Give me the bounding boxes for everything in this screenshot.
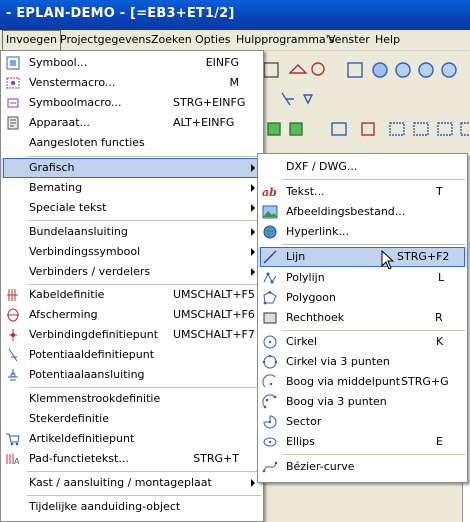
potential-point-icon <box>8 348 18 362</box>
submenu-arrow-icon <box>251 268 255 276</box>
menu-item-dxf-dwg[interactable]: DXF / DWG... <box>258 157 467 177</box>
submenu-arrow-icon <box>251 184 255 192</box>
menu-item-cirkel[interactable]: Cirkel K <box>258 332 467 352</box>
device-icon <box>7 116 19 130</box>
menu-opties[interactable]: Opties <box>195 33 231 46</box>
menu-item-stekerdefinitie[interactable]: Stekerdefinitie <box>1 409 263 429</box>
shield-icon <box>7 308 19 322</box>
menu-item-tijdelijke-aanduiding-object[interactable]: Tijdelijke aanduiding-object <box>1 497 263 517</box>
tb-icon <box>263 62 279 78</box>
line-icon <box>263 250 277 264</box>
bezier-icon <box>262 461 278 473</box>
menu-item-grafisch[interactable]: Grafisch <box>1 158 263 178</box>
menu-hulpprogrammas[interactable]: Hulpprogramma's <box>236 33 334 46</box>
menu-item-boog-via-3-punten[interactable]: Boog via 3 punten <box>258 392 467 412</box>
separator <box>27 471 261 472</box>
cart-icon <box>6 433 20 446</box>
window-macro-icon <box>6 77 20 89</box>
menu-item-symboolmacro[interactable]: Symboolmacro... STRG+EINFG <box>1 93 263 113</box>
separator <box>27 495 261 496</box>
submenu-arrow-icon <box>251 164 255 172</box>
menu-item-kabeldefinitie[interactable]: Kabeldefinitie UMSCHALT+F5 <box>1 285 263 305</box>
circle-icon <box>263 335 277 349</box>
globe-icon <box>263 225 277 239</box>
polygon-icon <box>263 291 277 305</box>
menu-item-aangesloten-functies[interactable]: Aangesloten functies <box>1 133 263 153</box>
menu-invoegen[interactable]: Invoegen <box>2 30 61 51</box>
arc-icon <box>262 374 276 388</box>
window-title: - EPLAN-DEMO - [=EB3+ET1/2] <box>6 6 235 21</box>
submenu-arrow-icon <box>251 479 255 487</box>
menu-item-ellips[interactable]: Ellips E <box>258 432 467 452</box>
menu-venster[interactable]: Venster <box>328 33 370 46</box>
menu-item-tekst[interactable]: ab Tekst... T <box>258 182 467 202</box>
svg-text:ab: ab <box>262 186 277 199</box>
menu-bar: Invoegen Projectgegevens Zoeken Opties H… <box>0 30 470 51</box>
menu-item-polygoon[interactable]: Polygoon <box>258 288 467 308</box>
polyline-icon <box>263 272 277 284</box>
menu-item-artikeldefinitiepunt[interactable]: Artikeldefinitiepunt <box>1 429 263 449</box>
cable-icon <box>7 289 18 301</box>
text-icon: ab <box>262 186 277 199</box>
separator <box>282 179 465 180</box>
menu-item-sector[interactable]: Sector <box>258 412 467 432</box>
symbol-icon <box>6 56 20 70</box>
arc3-icon <box>262 394 277 409</box>
sector-icon <box>263 415 277 429</box>
menu-item-polylijn[interactable]: Polylijn L <box>258 268 467 288</box>
menu-item-kast-aansluiting-montageplaat[interactable]: Kast / aansluiting / montageplaat <box>1 473 263 493</box>
separator <box>282 244 465 245</box>
menu-item-bemating[interactable]: Bemating <box>1 178 263 198</box>
menu-item-afscherming[interactable]: Afscherming UMSCHALT+F6 <box>1 305 263 325</box>
toolbar-area <box>262 51 470 153</box>
pad-text-icon: A <box>6 454 20 466</box>
menu-item-hyperlink[interactable]: Hyperlink... <box>258 222 467 242</box>
menu-projectgegevens[interactable]: Projectgegevens <box>60 33 151 46</box>
invoegen-menu: Symbool... EINFG Venstermacro... M Symbo… <box>0 50 264 522</box>
submenu-arrow-icon <box>251 204 255 212</box>
menu-zoeken[interactable]: Zoeken <box>151 33 192 46</box>
separator <box>27 156 261 157</box>
menu-item-verbinders-verdelers[interactable]: Verbinders / verdelers <box>1 262 263 282</box>
menu-item-pad-functietekst[interactable]: A Pad-functietekst... STRG+T <box>1 449 263 469</box>
separator <box>282 454 465 455</box>
menu-item-potentiaalaansluiting[interactable]: Potentiaalaansluiting <box>1 365 263 385</box>
menu-item-potentiaaldefinitiepunt[interactable]: Potentiaaldefinitiepunt <box>1 345 263 365</box>
submenu-arrow-icon <box>251 228 255 236</box>
submenu-arrow-icon <box>251 248 255 256</box>
mouse-cursor-icon <box>381 250 395 270</box>
symbol-macro-icon <box>7 98 19 108</box>
menu-item-verbindingdefinitiepunt[interactable]: Verbindingdefinitiepunt UMSCHALT+F7 <box>1 325 263 345</box>
menu-item-apparaat[interactable]: Apparaat... ALT+EINFG <box>1 113 263 133</box>
menu-item-boog-via-middelpunt[interactable]: Boog via middelpunt STRG+G <box>258 372 467 392</box>
separator <box>282 330 465 331</box>
separator <box>27 387 261 388</box>
rectangle-icon <box>263 312 277 324</box>
grafisch-submenu: DXF / DWG... ab Tekst... T Afbeeldingsbe… <box>257 153 468 483</box>
circle3-icon <box>262 354 278 369</box>
menu-item-bezier-curve[interactable]: Bézier-curve <box>258 457 467 477</box>
menu-item-speciale-tekst[interactable]: Speciale tekst <box>1 198 263 218</box>
title-bar: - EPLAN-DEMO - [=EB3+ET1/2] <box>0 0 470 30</box>
separator <box>27 220 261 221</box>
menu-item-rechthoek[interactable]: Rechthoek R <box>258 308 467 328</box>
menu-help[interactable]: Help <box>375 33 400 46</box>
menu-item-venstermacro[interactable]: Venstermacro... M <box>1 73 263 93</box>
menu-item-lijn[interactable]: Lijn STRG+F2 <box>258 247 467 267</box>
menu-item-klemmenstrookdefinitie[interactable]: Klemmenstrookdefinitie <box>1 389 263 409</box>
potential-connection-icon <box>8 369 18 381</box>
ellipse-icon <box>263 437 277 447</box>
toolbar-icons <box>263 62 470 136</box>
menu-item-symbool[interactable]: Symbool... EINFG <box>1 53 263 73</box>
menu-item-cirkel-via-3-punten[interactable]: Cirkel via 3 punten <box>258 352 467 372</box>
menu-item-bundelaansluiting[interactable]: Bundelaansluiting <box>1 222 263 242</box>
menu-item-verbindingssymbool[interactable]: Verbindingssymbool <box>1 242 263 262</box>
connection-point-icon <box>9 329 17 341</box>
image-icon <box>262 205 278 219</box>
menu-item-afbeeldingsbestand[interactable]: Afbeeldingsbestand... <box>258 202 467 222</box>
svg-text:A: A <box>14 457 20 466</box>
